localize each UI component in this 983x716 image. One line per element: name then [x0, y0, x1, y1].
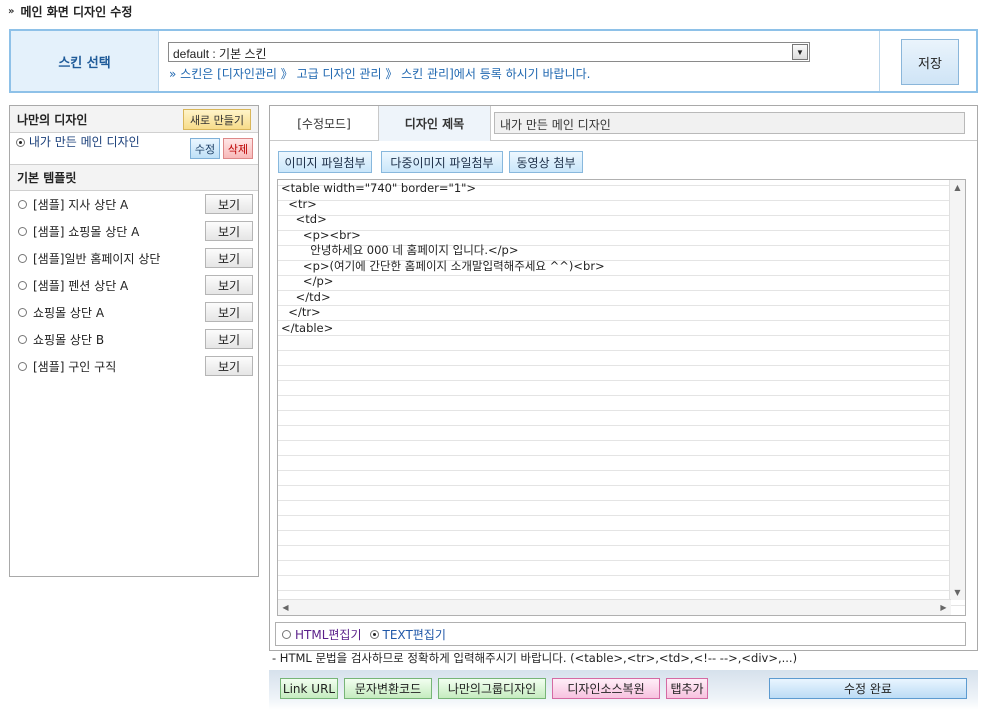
skin-panel: 스킨 선택 default : 기본 스킨 ▼ » 스킨은 [디자인관리 》 고… [9, 29, 978, 93]
save-button[interactable]: 저장 [901, 39, 959, 85]
complete-edit-button[interactable]: 수정 완료 [769, 678, 967, 699]
html-editor-radio[interactable] [282, 629, 291, 639]
template-radio[interactable] [18, 334, 27, 344]
html-editor-label: HTML편집기 [295, 627, 362, 642]
view-template-button[interactable]: 보기 [205, 302, 253, 322]
design-title-input[interactable]: 내가 만든 메인 디자인 [494, 112, 965, 134]
template-label: 쇼핑몰 상단 B [33, 332, 105, 347]
my-design-item-label: 내가 만든 메인 디자인 [28, 135, 140, 149]
editor-mode-bar: HTML편집기 TEXT편집기 [275, 622, 966, 646]
design-list-panel: 나만의 디자인 새로 만들기 내가 만든 메인 디자인 수정 삭제 기본 템플릿… [9, 105, 259, 577]
template-radio[interactable] [18, 307, 27, 317]
divider [879, 31, 880, 91]
code-content[interactable]: <table width="740" border="1"> <tr> <td>… [278, 180, 965, 337]
template-label: [샘플] 지사 상단 A [33, 197, 129, 212]
skin-note: » 스킨은 [디자인관리 》 고급 디자인 관리 》 스킨 관리]에서 등록 하… [169, 67, 591, 81]
view-template-button[interactable]: 보기 [205, 329, 253, 349]
link-url-button[interactable]: Link URL [280, 678, 338, 699]
my-design-radio[interactable] [16, 138, 25, 147]
template-radio[interactable] [18, 226, 27, 236]
skin-select-value: default : 기본 스킨 [173, 47, 267, 61]
template-label: 쇼핑몰 상단 A [33, 305, 105, 320]
horizontal-scrollbar[interactable]: ◀ ▶ [278, 599, 951, 615]
double-chevron-icon: » [8, 5, 15, 17]
new-design-button[interactable]: 새로 만들기 [183, 109, 251, 130]
template-label: [샘플] 쇼핑몰 상단 A [33, 224, 140, 239]
text-editor-option[interactable]: TEXT편집기 [369, 626, 446, 643]
template-radio[interactable] [18, 361, 27, 371]
html-syntax-hint: - HTML 문법을 검사하므로 정확하게 입력해주시기 바랍니다. (<tab… [272, 651, 798, 665]
code-editor[interactable]: <table width="740" border="1"> <tr> <td>… [277, 179, 966, 616]
dropdown-arrow-icon[interactable]: ▼ [792, 44, 808, 60]
page-title: 메인 화면 디자인 수정 [20, 4, 133, 19]
design-title-label: 디자인 제목 [379, 106, 491, 141]
restore-source-button[interactable]: 디자인소스복원 [552, 678, 660, 699]
text-editor-label: TEXT편집기 [382, 627, 446, 642]
template-radio[interactable] [18, 280, 27, 290]
view-template-button[interactable]: 보기 [205, 248, 253, 268]
template-label: [샘플]일반 홈페이지 상단 [33, 251, 161, 266]
attach-image-button[interactable]: 이미지 파일첨부 [278, 151, 372, 173]
view-template-button[interactable]: 보기 [205, 221, 253, 241]
view-template-button[interactable]: 보기 [205, 194, 253, 214]
template-label: [샘플] 구인 구직 [33, 359, 117, 374]
attach-multi-image-button[interactable]: 다중이미지 파일첨부 [381, 151, 503, 173]
char-convert-button[interactable]: 문자변환코드 [344, 678, 432, 699]
scroll-right-icon[interactable]: ▶ [936, 600, 951, 615]
my-design-item[interactable]: 내가 만든 메인 디자인 [16, 136, 156, 149]
vertical-scrollbar[interactable]: ▲ ▼ [949, 180, 965, 600]
skin-select[interactable]: default : 기본 스킨 ▼ [168, 42, 810, 62]
add-tab-button[interactable]: 탭추가 [666, 678, 708, 699]
scroll-up-icon[interactable]: ▲ [950, 180, 965, 195]
skin-label: 스킨 선택 [11, 31, 159, 91]
template-radio[interactable] [18, 253, 27, 263]
attach-video-button[interactable]: 동영상 첨부 [509, 151, 583, 173]
template-radio[interactable] [18, 199, 27, 209]
template-heading: 기본 템플릿 [10, 164, 258, 191]
edit-design-button[interactable]: 수정 [190, 138, 220, 159]
html-editor-option[interactable]: HTML편집기 [282, 626, 362, 643]
editor-tab-bar: [수정모드] 디자인 제목 내가 만든 메인 디자인 [270, 106, 977, 141]
editor-panel: [수정모드] 디자인 제목 내가 만든 메인 디자인 이미지 파일첨부 다중이미… [269, 105, 978, 651]
text-editor-radio[interactable] [369, 629, 379, 639]
template-label: [샘플] 펜션 상단 A [33, 278, 129, 293]
view-template-button[interactable]: 보기 [205, 356, 253, 376]
tab-edit-mode[interactable]: [수정모드] [270, 106, 379, 141]
view-template-button[interactable]: 보기 [205, 275, 253, 295]
my-group-design-button[interactable]: 나만의그룹디자인 [438, 678, 546, 699]
delete-design-button[interactable]: 삭제 [223, 138, 253, 159]
scroll-down-icon[interactable]: ▼ [950, 585, 965, 600]
bottom-toolbar: Link URL 문자변환코드 나만의그룹디자인 디자인소스복원 탭추가 수정 … [269, 670, 978, 710]
page-header: » 메인 화면 디자인 수정 [8, 2, 132, 20]
scroll-left-icon[interactable]: ◀ [278, 600, 293, 615]
